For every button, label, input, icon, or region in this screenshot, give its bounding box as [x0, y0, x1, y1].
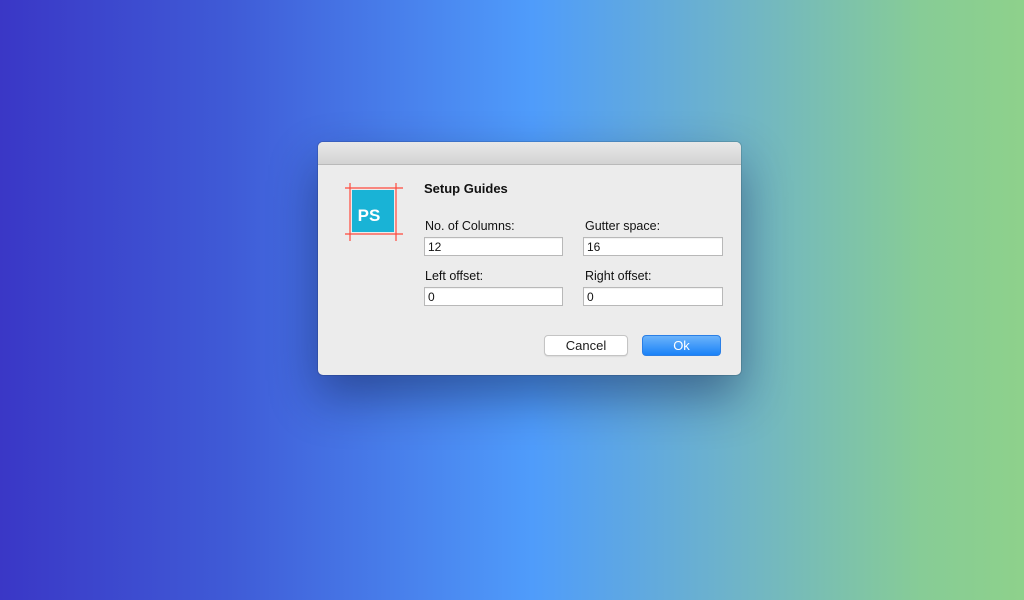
- columns-label: No. of Columns:: [425, 219, 515, 233]
- gutter-label: Gutter space:: [585, 219, 661, 233]
- icon-text: PS: [358, 206, 381, 225]
- dialog-titlebar[interactable]: [318, 142, 741, 165]
- right-offset-label: Right offset:: [585, 269, 652, 283]
- gutter-input[interactable]: [583, 237, 723, 256]
- left-offset-label: Left offset:: [425, 269, 484, 283]
- ok-button[interactable]: Ok: [642, 335, 721, 356]
- right-offset-input[interactable]: [583, 287, 723, 306]
- setup-guides-dialog: PS Setup Guides No. of Columns: Gutter s…: [318, 142, 741, 375]
- photoshop-guides-icon: PS: [345, 183, 403, 241]
- cancel-button[interactable]: Cancel: [544, 335, 628, 356]
- left-offset-input[interactable]: [424, 287, 563, 306]
- dialog-title: Setup Guides: [424, 181, 508, 196]
- columns-input[interactable]: [424, 237, 563, 256]
